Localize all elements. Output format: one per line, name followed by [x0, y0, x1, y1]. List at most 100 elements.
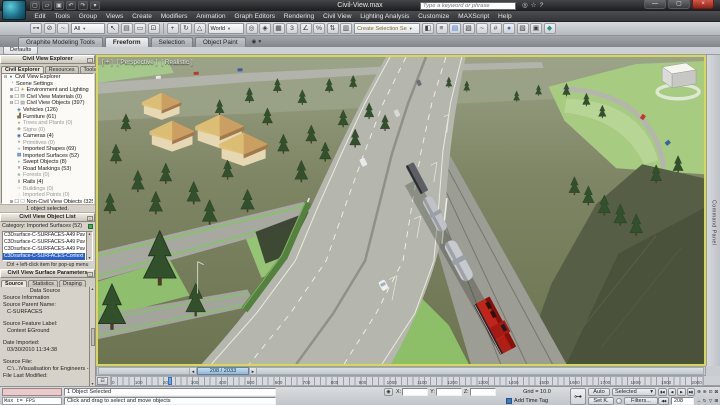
- tree-item[interactable]: ⊞ ☐ ▨ Civil View Materials (0): [2, 94, 93, 101]
- bind-to-space-warp-icon[interactable]: ~: [57, 23, 69, 34]
- set-keys-button[interactable]: ⊶: [570, 388, 586, 405]
- menu-item[interactable]: Create: [128, 13, 157, 20]
- go-to-end-button[interactable]: ▶▮: [687, 388, 696, 396]
- menu-item[interactable]: Rendering: [279, 13, 318, 20]
- minimize-button[interactable]: —: [644, 0, 666, 9]
- play-button[interactable]: ▶: [677, 388, 686, 396]
- auto-key-button[interactable]: Auto: [588, 388, 610, 396]
- rollup-icon[interactable]: ▪: [87, 58, 93, 64]
- select-by-name-icon[interactable]: ▤: [121, 23, 133, 34]
- next-frame-arrow[interactable]: ►: [249, 367, 257, 375]
- scrollbar-thumb[interactable]: [91, 328, 95, 346]
- mini-curve-editor-button[interactable]: ⊟: [97, 377, 108, 385]
- ribbon-minimize-icon[interactable]: ▾: [258, 39, 261, 45]
- scroll-up-icon[interactable]: ▲: [91, 287, 94, 291]
- key-point-icon[interactable]: [616, 398, 622, 404]
- coordinate-field[interactable]: [402, 388, 428, 396]
- go-to-start-button[interactable]: ▮◀: [658, 388, 667, 396]
- object-list-panel-header[interactable]: Civil View Object List ▪: [0, 213, 95, 222]
- previous-frame-arrow[interactable]: ◄: [189, 367, 197, 375]
- mirror-icon[interactable]: ◧: [422, 23, 434, 34]
- percent-snap-icon[interactable]: %: [313, 23, 325, 34]
- ribbon-tab[interactable]: Freeform: [105, 37, 149, 47]
- menu-item[interactable]: Views: [101, 13, 127, 20]
- menu-item[interactable]: Help: [494, 13, 516, 20]
- selection-filter-dropdown[interactable]: All▼: [71, 23, 105, 34]
- keyboard-override-icon[interactable]: ▦: [273, 23, 285, 34]
- rectangular-selection-icon[interactable]: ▭: [134, 23, 146, 34]
- ribbon-tab[interactable]: Graphite Modeling Tools: [18, 37, 103, 47]
- menu-item[interactable]: Tools: [50, 13, 74, 20]
- curve-editor-icon[interactable]: ~: [476, 23, 488, 34]
- macro-recorder-field[interactable]: [2, 388, 62, 396]
- list-item[interactable]: C3Dsurface-C-SURFACES-A49 PavedGdar: [3, 232, 85, 239]
- time-slider-handle[interactable]: 208 / 2033: [197, 367, 249, 375]
- surface-params-tab[interactable]: Source: [1, 280, 27, 288]
- scroll-down-icon[interactable]: ▼: [88, 256, 91, 260]
- menu-item[interactable]: Customize: [414, 13, 454, 20]
- explorer-tab[interactable]: Resources: [45, 66, 79, 74]
- rollup-icon[interactable]: ▪: [87, 272, 93, 278]
- key-mode-toggle[interactable]: ◀◀: [658, 397, 669, 405]
- named-selection-sets-icon[interactable]: ▥: [340, 23, 352, 34]
- menu-item[interactable]: Modifiers: [156, 13, 192, 20]
- track-bar[interactable]: ⊟ 01002003004005006007008009001000110012…: [96, 376, 720, 386]
- tree-item[interactable]: ⊟ ☐ ▤ Civil View Objects (397): [2, 100, 93, 107]
- menu-item[interactable]: MAXScript: [454, 13, 494, 20]
- viewport-pov-menu[interactable]: [ Perspective ]: [117, 59, 158, 66]
- align-icon[interactable]: ≡: [436, 23, 448, 34]
- menu-item[interactable]: Edit: [30, 13, 50, 20]
- schematic-view-icon[interactable]: #: [490, 23, 502, 34]
- track-bar-ruler[interactable]: 0100200300400500600700800900100011001200…: [110, 376, 704, 386]
- material-editor-icon[interactable]: ●: [503, 23, 515, 34]
- render-setup-icon[interactable]: ▧: [517, 23, 529, 34]
- maxscript-mini-listener[interactable]: Max t= FPS: [2, 397, 62, 405]
- surface-params-panel-header[interactable]: Civil View Surface Parameters ▪: [0, 269, 95, 278]
- current-frame-field[interactable]: 208: [671, 397, 694, 405]
- scroll-up-icon[interactable]: ▲: [88, 232, 91, 236]
- tree-item[interactable]: ⊞ ☐ ☀ Environment and Lighting: [2, 87, 93, 94]
- list-item[interactable]: C3Dsurface-C-SURFACES-A49 PavedGdar: [3, 246, 85, 253]
- select-and-link-icon[interactable]: ⊶: [30, 23, 42, 34]
- ribbon-config-icon[interactable]: ◉: [252, 39, 257, 45]
- select-and-move-icon[interactable]: +: [167, 23, 179, 34]
- favorites-icon[interactable]: ☆: [531, 1, 537, 10]
- reference-coordinate-dropdown[interactable]: World▼: [208, 23, 244, 34]
- explorer-tab[interactable]: Civil Explorer: [1, 66, 44, 74]
- angle-snap-icon[interactable]: ∠: [300, 23, 312, 34]
- create-selection-set-dropdown[interactable]: Create Selection Se▼: [354, 23, 420, 34]
- 3dsmax-application-button[interactable]: [2, 0, 26, 20]
- ribbon-tab[interactable]: Selection: [151, 37, 193, 47]
- rollup-icon[interactable]: ▪: [87, 216, 93, 222]
- menu-item[interactable]: Civil View: [319, 13, 356, 20]
- previous-frame-button[interactable]: ◀: [668, 388, 677, 396]
- coordinate-field[interactable]: [470, 388, 496, 396]
- graphite-toggle-icon[interactable]: ▨: [463, 23, 475, 34]
- ribbon-tab[interactable]: Object Paint: [195, 37, 246, 47]
- search-input[interactable]: [420, 2, 516, 10]
- help-icon[interactable]: ?: [540, 1, 544, 10]
- time-slider[interactable]: ◄ 208 / 2033 ►: [96, 366, 706, 376]
- tab-defaults[interactable]: Defaults: [3, 47, 38, 55]
- zoom-region-icon[interactable]: ⊠: [713, 388, 719, 396]
- add-time-tag[interactable]: Add Time Tag: [506, 398, 548, 404]
- spinner-snap-icon[interactable]: ⇅: [327, 23, 339, 34]
- viewport-shading-menu[interactable]: [ Realistic ]: [161, 59, 192, 66]
- snap-toggle-icon[interactable]: 3: [286, 23, 298, 34]
- restore-button[interactable]: ▢: [668, 0, 690, 9]
- coordinate-field[interactable]: [436, 388, 462, 396]
- select-object-icon[interactable]: ↖: [107, 23, 119, 34]
- surface-params-tab[interactable]: Statistics: [28, 280, 58, 288]
- rendered-frame-icon[interactable]: ▣: [530, 23, 542, 34]
- key-filters-button[interactable]: Filters...: [624, 397, 658, 405]
- communication-center-icon[interactable]: ◎: [522, 1, 528, 10]
- select-and-rotate-icon[interactable]: ↻: [180, 23, 192, 34]
- viewport-plus-menu[interactable]: [ + ]: [102, 59, 113, 66]
- current-frame-marker[interactable]: [168, 377, 172, 385]
- menu-item[interactable]: Graph Editors: [230, 13, 279, 20]
- unlink-selection-icon[interactable]: ⊘: [44, 23, 56, 34]
- category-color-swatch[interactable]: [88, 224, 93, 229]
- menu-item[interactable]: Animation: [192, 13, 230, 20]
- viewport-3d[interactable]: [ + ] [ Perspective ] [ Realistic ]: [96, 55, 706, 366]
- maximize-viewport-icon[interactable]: ⊞: [713, 397, 719, 405]
